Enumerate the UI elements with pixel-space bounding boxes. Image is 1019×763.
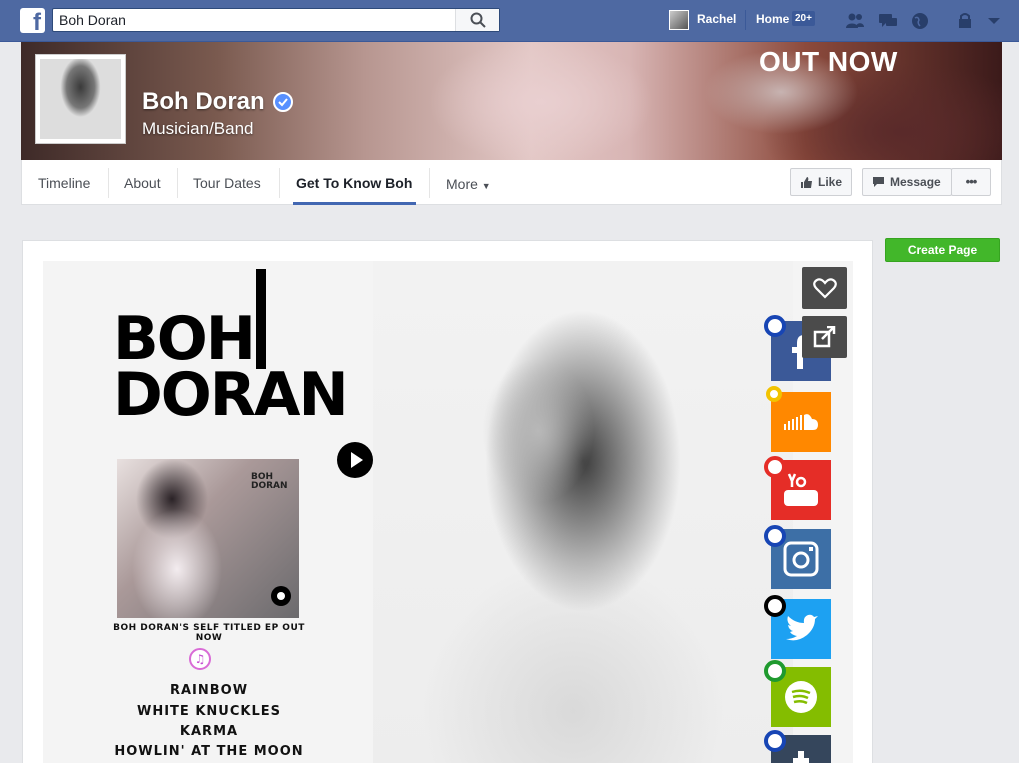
social-indicator-ring [764, 730, 786, 752]
page-category[interactable]: Musician/Band [142, 119, 254, 139]
ep-caption: BOH DORAN'S SELF TITLED EP OUT NOW [113, 623, 305, 643]
external-link-icon [813, 326, 836, 348]
tumblr-icon [793, 751, 809, 763]
page-title[interactable]: Boh Doran [142, 88, 265, 116]
friend-requests-icon[interactable] [845, 11, 865, 31]
instagram-icon [783, 541, 819, 577]
tab-timeline[interactable]: Timeline [38, 175, 90, 191]
album-cover-image[interactable]: BOH DORAN [117, 459, 299, 618]
social-indicator-ring [764, 660, 786, 682]
social-indicator-ring [764, 525, 786, 547]
track-item[interactable]: WHITE KNUCKLES [109, 704, 309, 719]
track-item[interactable]: HOWLIN' AT THE MOON [109, 744, 309, 759]
social-indicator-ring [764, 315, 786, 337]
social-indicator-ring [764, 595, 786, 617]
messages-icon[interactable] [878, 11, 898, 31]
twitter-icon [786, 614, 818, 641]
search-input[interactable] [53, 9, 453, 31]
itunes-icon[interactable]: ♫ [189, 648, 211, 670]
verified-badge-icon [273, 92, 293, 112]
search-bar [52, 8, 500, 32]
spotify-icon [785, 681, 817, 713]
youtube-icon [784, 473, 818, 506]
thumbs-up-icon [801, 177, 812, 188]
track-item[interactable]: KARMA [109, 724, 309, 739]
page-nav-bar: Timeline About Tour Dates Get To Know Bo… [21, 160, 1002, 205]
tab-get-to-know-boh[interactable]: Get To Know Boh [296, 175, 412, 191]
home-link[interactable]: Home [756, 12, 789, 26]
search-button[interactable] [455, 9, 499, 31]
soundcloud-icon [784, 414, 818, 430]
more-options-button[interactable]: ••• [951, 168, 991, 196]
tab-more-label: More [446, 176, 478, 192]
create-page-button[interactable]: Create Page [885, 238, 1000, 262]
album-play-dot-icon[interactable] [271, 586, 291, 606]
favorite-button[interactable] [802, 267, 847, 309]
message-button-label: Message [890, 175, 941, 189]
user-name-link[interactable]: Rachel [697, 12, 736, 26]
album-logo-line2: DORAN [251, 481, 288, 491]
like-button[interactable]: Like [790, 168, 852, 196]
privacy-shortcuts-icon[interactable] [956, 11, 976, 31]
cover-photo[interactable]: OUT NOW Boh Doran Musician/Band [21, 42, 1002, 160]
top-bar: f Rachel Home 20+ [0, 0, 1019, 42]
more-caret-icon: ▼ [481, 181, 491, 191]
logo-bar [256, 269, 266, 369]
topbar-divider [745, 10, 746, 30]
cover-overlay-text: OUT NOW [759, 46, 898, 77]
tab-more[interactable]: More ▼ [446, 176, 491, 192]
share-button[interactable] [802, 316, 847, 358]
profile-picture-image [40, 59, 121, 139]
get-to-know-app: BOH DORAN BOH DORAN BOH DORAN'S SELF TIT… [43, 261, 853, 763]
track-item[interactable]: RAINBOW [109, 683, 309, 698]
facebook-logo-icon[interactable]: f [20, 8, 45, 33]
message-button[interactable]: Message [862, 168, 952, 196]
social-indicator-ring [766, 386, 782, 402]
notifications-globe-icon[interactable] [910, 11, 930, 31]
artist-photo [373, 261, 793, 763]
logo-line-doran: DORAN [113, 360, 349, 430]
social-indicator-ring [764, 456, 786, 478]
tab-divider [108, 168, 109, 198]
active-tab-indicator [293, 202, 416, 205]
heart-icon [813, 278, 837, 299]
user-avatar[interactable] [669, 10, 689, 30]
search-icon [470, 12, 486, 28]
tab-about[interactable]: About [124, 175, 161, 191]
play-button-icon[interactable] [337, 442, 373, 478]
tab-tour-dates[interactable]: Tour Dates [193, 175, 261, 191]
home-count-badge: 20+ [792, 11, 815, 26]
message-icon [873, 177, 884, 187]
album-logo: BOH DORAN [251, 473, 288, 491]
tab-divider [279, 168, 280, 198]
tab-divider [177, 168, 178, 198]
account-menu-chevron-down-icon[interactable] [984, 11, 1004, 31]
like-button-label: Like [818, 175, 843, 189]
profile-picture[interactable] [35, 54, 126, 144]
soundcloud-link[interactable] [771, 392, 831, 452]
tab-divider [429, 168, 430, 198]
